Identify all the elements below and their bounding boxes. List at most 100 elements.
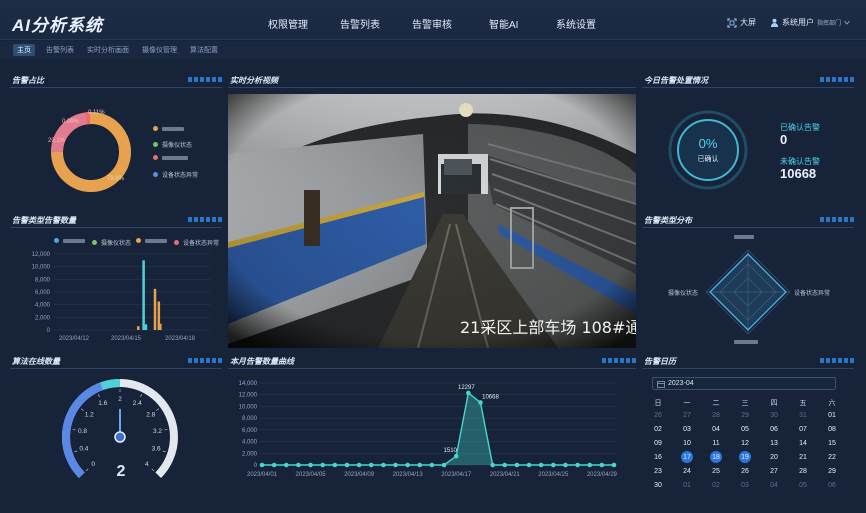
- calendar-day[interactable]: 02: [706, 482, 726, 489]
- calendar-day[interactable]: 29: [735, 412, 755, 419]
- calendar-day[interactable]: 04: [706, 426, 726, 433]
- calendar-day[interactable]: 18: [706, 451, 726, 463]
- calendar-day-number: 04: [770, 482, 778, 489]
- calendar-day[interactable]: 03: [677, 426, 697, 433]
- calendar-day-number: 22: [828, 454, 836, 461]
- legend-label: 设备状态异常: [162, 173, 199, 179]
- calendar-day[interactable]: 06: [822, 482, 842, 489]
- tab-alarm-list[interactable]: 告警列表: [42, 44, 78, 56]
- radar-label-redacted: [734, 340, 758, 344]
- calendar-month-picker[interactable]: 2023-04: [652, 377, 836, 390]
- calendar-day[interactable]: 19: [735, 451, 755, 463]
- gauge-tick-label: 2: [118, 396, 122, 403]
- tab-algorithm-config[interactable]: 算法配置: [186, 44, 222, 56]
- line-point: [283, 462, 289, 468]
- calendar-day[interactable]: 26: [648, 412, 668, 419]
- calendar-day[interactable]: 01: [677, 482, 697, 489]
- calendar-day-number: 01: [683, 482, 691, 489]
- line-point: [417, 462, 423, 468]
- tab-camera-management[interactable]: 摄像仪管理: [138, 44, 181, 56]
- calendar-day[interactable]: 13: [764, 440, 784, 447]
- gauge-tick: [85, 468, 89, 472]
- calendar-day[interactable]: 24: [677, 468, 697, 475]
- nav-permissions[interactable]: 权限管理: [268, 16, 308, 31]
- chevron-down-icon: [844, 20, 850, 25]
- calendar-day[interactable]: 10: [677, 440, 697, 447]
- calendar-day[interactable]: 14: [793, 440, 813, 447]
- calendar-day[interactable]: 08: [822, 426, 842, 433]
- nav-system-settings[interactable]: 系统设置: [556, 16, 596, 31]
- user-menu[interactable]: 系统用户 指挥部门: [770, 17, 850, 28]
- line-point: [332, 462, 338, 468]
- calendar-day[interactable]: 01: [822, 412, 842, 419]
- legend-dot: [92, 240, 97, 245]
- calendar-day[interactable]: 26: [735, 468, 755, 475]
- calendar-day[interactable]: 27: [764, 468, 784, 475]
- calendar-day[interactable]: 11: [706, 440, 726, 447]
- calendar-day-number: 06: [828, 482, 836, 489]
- calendar-day[interactable]: 03: [735, 482, 755, 489]
- tab-realtime-view[interactable]: 实时分析画面: [83, 44, 133, 56]
- realtime-video-feed[interactable]: 21采区上部车场 108#通: [228, 94, 636, 348]
- calendar-day-number: 15: [828, 440, 836, 447]
- calendar-day[interactable]: 28: [706, 412, 726, 419]
- calendar-day[interactable]: 23: [648, 468, 668, 475]
- calendar-month-label: 2023-04: [668, 380, 694, 387]
- calendar-day[interactable]: 17: [677, 451, 697, 463]
- donut-label-1: 0.11%: [88, 110, 105, 116]
- line-point: [526, 462, 532, 468]
- x-tick-label: 2023/04/09: [344, 472, 375, 478]
- calendar-day[interactable]: 04: [764, 482, 784, 489]
- calendar-day-number: 27: [683, 412, 691, 419]
- line-area: [262, 392, 614, 465]
- legend-dot: [136, 238, 141, 243]
- alarm-ratio-panel: 告警占比 0.11% 0.09% 20.1% 79.8% 摄像仪状态 设备状态异…: [10, 74, 222, 208]
- calendar-day[interactable]: 29: [822, 468, 842, 475]
- calendar-day[interactable]: 15: [822, 440, 842, 447]
- calendar-day[interactable]: 02: [648, 426, 668, 433]
- title-decoration: [820, 217, 854, 222]
- calendar-day[interactable]: 31: [793, 412, 813, 419]
- nav-alarm-list[interactable]: 告警列表: [340, 16, 380, 31]
- calendar-day-number: 12: [741, 440, 749, 447]
- donut-label-2: 0.09%: [62, 119, 80, 125]
- nav-smart-ai[interactable]: 智能AI: [489, 16, 518, 31]
- calendar-day-number: 26: [654, 412, 662, 419]
- legend-dot: [54, 238, 59, 243]
- calendar-day[interactable]: 07: [793, 426, 813, 433]
- panel-title: 告警日历: [644, 357, 676, 366]
- y-tick-label: 6,000: [35, 290, 51, 296]
- calendar-day[interactable]: 30: [764, 412, 784, 419]
- bar: [142, 260, 145, 330]
- line-point: [587, 462, 593, 468]
- calendar-day[interactable]: 25: [706, 468, 726, 475]
- tunnel-scene: [228, 94, 636, 348]
- calendar-day[interactable]: 21: [793, 454, 813, 461]
- line-point: [611, 462, 617, 468]
- calendar-day[interactable]: 05: [735, 426, 755, 433]
- calendar-day[interactable]: 09: [648, 440, 668, 447]
- calendar-day[interactable]: 28: [793, 468, 813, 475]
- title-decoration: [820, 358, 854, 363]
- calendar-day[interactable]: 12: [735, 440, 755, 447]
- legend-label: 摄像仪状态: [101, 241, 132, 247]
- calendar-weekday: 三: [741, 400, 749, 407]
- calendar-day[interactable]: 22: [822, 454, 842, 461]
- line-point: [368, 462, 374, 468]
- calendar-day[interactable]: 16: [648, 454, 668, 461]
- radar-label-redacted: [734, 235, 754, 239]
- calendar-day[interactable]: 20: [764, 454, 784, 461]
- panel-title: 告警占比: [12, 76, 44, 85]
- calendar-day[interactable]: 27: [677, 412, 697, 419]
- nav-alarm-review[interactable]: 告警审核: [412, 16, 452, 31]
- calendar-day[interactable]: 30: [648, 482, 668, 489]
- calendar-day[interactable]: 05: [793, 482, 813, 489]
- fullscreen-button[interactable]: 大屏: [727, 17, 756, 28]
- calendar-day[interactable]: 06: [764, 426, 784, 433]
- user-icon: [770, 18, 779, 27]
- line-point: [502, 462, 508, 468]
- tab-home[interactable]: 主页: [13, 44, 35, 56]
- alarm-calendar-panel: 告警日历 2023-04 日 一 二 三 四 五 六 26 27 28 29 30 31 01 02 03 04…: [642, 355, 854, 497]
- x-tick-label: 2023/04/18: [165, 336, 196, 342]
- top-bar: AI分析系统 权限管理 告警列表 告警审核 智能AI 系统设置 大屏 系统用户 …: [0, 0, 866, 40]
